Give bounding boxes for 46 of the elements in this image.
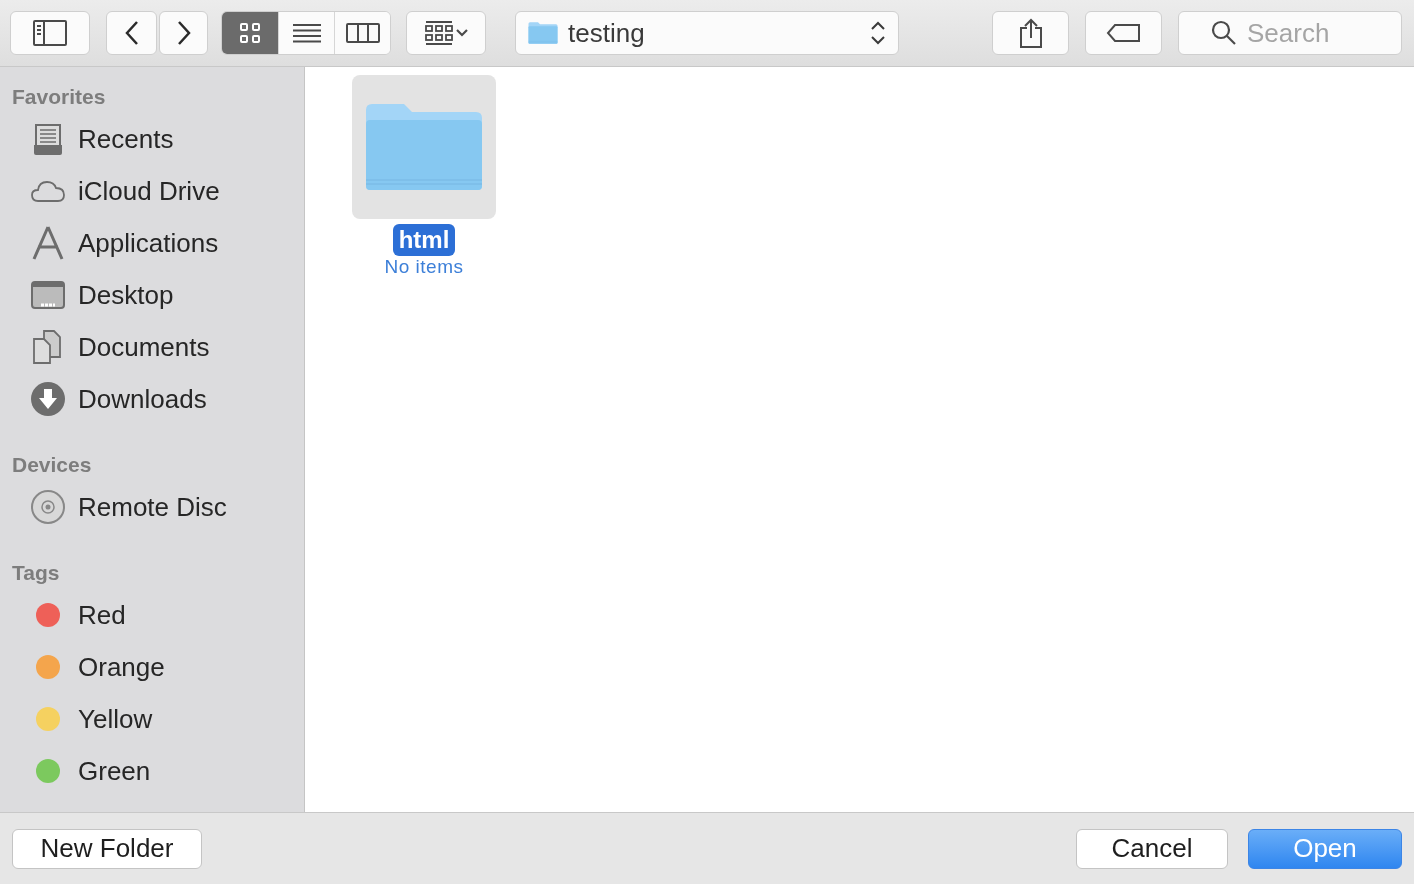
file-info: No items [384, 256, 464, 278]
forward-button[interactable] [159, 11, 208, 55]
columns-icon [345, 22, 380, 44]
download-icon [30, 381, 66, 417]
sidebar-toggle-button[interactable] [10, 11, 90, 55]
grid-icon [239, 22, 261, 44]
share-button[interactable] [992, 11, 1069, 55]
sidebar-section-header: Devices [11, 452, 93, 478]
sidebar-item[interactable]: Desktop [78, 279, 174, 311]
disc-icon [30, 489, 66, 525]
share-icon [1018, 18, 1043, 48]
sidebar-item[interactable]: Remote Disc [78, 491, 227, 523]
sidebar-item[interactable]: Applications [78, 227, 219, 259]
up-down-arrows-icon [870, 20, 886, 46]
folder-tile[interactable] [352, 75, 496, 219]
sidebar-item[interactable]: iCloud Drive [78, 175, 220, 207]
sidebar-item[interactable]: Documents [78, 331, 210, 363]
sidebar-icon [33, 20, 67, 46]
icon-view-button[interactable] [222, 12, 278, 54]
folder-icon [364, 102, 484, 192]
sidebar-section-header: Favorites [11, 84, 107, 110]
grid-dropdown-icon [424, 21, 468, 45]
back-button[interactable] [106, 11, 157, 55]
file-name: html [392, 224, 456, 256]
sidebar-item[interactable]: Recents [78, 123, 174, 155]
dialog-button[interactable]: Cancel [1076, 828, 1228, 869]
location-popup[interactable]: testing [515, 11, 899, 55]
location-name: testing [568, 17, 646, 49]
sidebar-section-header: Tags [11, 560, 61, 586]
column-view-button[interactable] [334, 12, 390, 54]
search-icon [1211, 20, 1237, 46]
sidebar-item[interactable]: Downloads [78, 383, 207, 415]
folder-icon [528, 21, 558, 45]
tag-icon [1105, 23, 1142, 43]
tag-button[interactable] [1085, 11, 1162, 55]
sidebar-item[interactable]: Orange [78, 651, 165, 683]
list-icon [291, 22, 322, 44]
chevron-right-icon [175, 20, 192, 46]
chevron-left-icon [123, 20, 140, 46]
dialog-button[interactable]: New Folder [12, 828, 202, 869]
arrange-button[interactable] [406, 11, 486, 55]
sidebar-item[interactable]: Yellow [78, 703, 153, 735]
view-mode-control[interactable] [221, 11, 391, 55]
search-field[interactable]: Search [1178, 11, 1402, 55]
sidebar-item[interactable]: Green [78, 755, 151, 787]
sidebar-item[interactable]: Red [78, 599, 126, 631]
